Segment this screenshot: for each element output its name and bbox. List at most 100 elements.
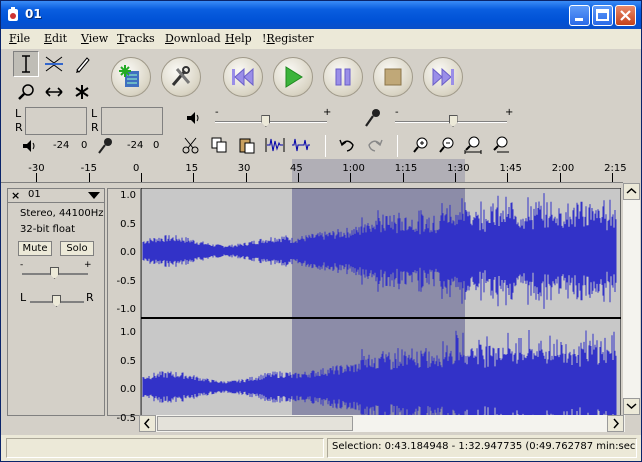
scroll-right-button[interactable] [607, 415, 624, 432]
pause-button[interactable] [323, 57, 363, 97]
pan-thumb[interactable] [52, 295, 61, 307]
title-bar[interactable]: 01 [1, 1, 641, 29]
gain-slider[interactable] [22, 267, 88, 279]
multi-tool-button[interactable] [69, 79, 95, 105]
ruler-tick-mark [402, 173, 404, 182]
chevron-right-icon [613, 418, 620, 429]
gain-thumb[interactable] [50, 267, 59, 279]
ruler-tick-mark [193, 173, 195, 182]
minimize-icon [575, 18, 583, 21]
input-volume-thumb[interactable] [448, 115, 458, 127]
meter2-right-label: R [91, 121, 99, 134]
mute-button[interactable]: Mute [18, 241, 52, 256]
scroll-left-button[interactable] [139, 415, 156, 432]
ruler-tick-mark [298, 173, 300, 182]
microphone-icon [98, 138, 112, 154]
input-volume-slider[interactable] [395, 115, 507, 127]
mixer-toolbar: - + - + [177, 105, 527, 133]
scale-label: -0.5 [116, 412, 136, 424]
scissors-icon [182, 137, 199, 154]
meter2-zero-label: 0 [153, 140, 160, 151]
track-format: Stereo, 44100Hz [20, 208, 104, 219]
input-meter[interactable] [101, 107, 163, 135]
envelope-icon [45, 56, 63, 72]
scroll-down-button[interactable] [623, 398, 640, 415]
output-meter[interactable] [25, 107, 87, 135]
output-volume-slider[interactable] [215, 115, 327, 127]
output-volume-thumb[interactable] [261, 115, 271, 127]
scale-label: 0.0 [120, 384, 136, 395]
meter-zero-label: 0 [81, 140, 88, 151]
fit-selection-button[interactable] [461, 133, 485, 157]
horizontal-scroll-thumb[interactable] [157, 416, 353, 431]
play-icon [285, 66, 303, 88]
pause-icon [335, 68, 351, 86]
vertical-scrollbar[interactable] [623, 183, 640, 415]
menu-bar: File Edit View Tracks Download Help !Reg… [1, 29, 641, 49]
silence-button[interactable] [289, 133, 313, 157]
toolbar-separator [325, 135, 326, 157]
pan-slider[interactable] [30, 295, 84, 307]
gain-min-label: - [20, 260, 24, 270]
envelope-tool-button[interactable] [41, 51, 67, 77]
input-volume-max-label: + [505, 107, 514, 118]
horizontal-scrollbar[interactable] [139, 415, 625, 432]
input-volume-icon [365, 109, 380, 127]
ruler-tick-mark [36, 173, 38, 182]
minimize-button[interactable] [569, 5, 590, 26]
meter-db-label: -24 [53, 140, 70, 151]
menu-view[interactable]: View [81, 32, 108, 45]
output-volume-icon [187, 112, 199, 124]
skip-to-start-button[interactable] [223, 57, 263, 97]
status-bar: Selection: 0:43.184948 - 1:32.947735 (0:… [1, 435, 641, 461]
redo-button[interactable] [363, 133, 387, 157]
cut-button[interactable] [179, 133, 203, 157]
ruler-tick-label: 2:15 [604, 163, 627, 174]
trim-button[interactable] [263, 133, 287, 157]
skip-start-icon [232, 67, 254, 87]
menu-file[interactable]: File [9, 32, 30, 45]
maximize-button[interactable] [592, 5, 613, 26]
close-button[interactable] [615, 5, 636, 26]
ruler-tick-mark [141, 173, 142, 182]
stop-button[interactable] [373, 57, 413, 97]
zoom-out-button[interactable] [435, 133, 459, 157]
effects-button[interactable] [161, 57, 201, 97]
scale-label: 0.5 [120, 218, 136, 230]
zoom-in-icon [413, 137, 428, 153]
track-close-icon[interactable]: × [11, 189, 20, 202]
zoom-tool-button[interactable] [13, 79, 39, 105]
ruler-tick-label: -15 [80, 163, 97, 174]
ruler-tick-label: 2:00 [551, 163, 575, 174]
draw-tool-button[interactable] [69, 51, 95, 77]
ruler-tick-label: 15 [185, 163, 199, 174]
import-audio-button[interactable] [111, 57, 151, 97]
waveform-display[interactable] [141, 188, 621, 416]
output-volume-min-label: - [215, 107, 219, 118]
skip-to-end-button[interactable] [423, 57, 463, 97]
menu-download[interactable]: Download [165, 32, 221, 45]
scroll-up-button[interactable] [623, 183, 640, 200]
copy-button[interactable] [207, 133, 231, 157]
scale-label: 1.0 [120, 327, 136, 338]
chevron-down-icon[interactable] [88, 192, 100, 200]
timeline-ruler[interactable]: -30 -15 0 15 30 45 1:00 1:15 1:30 1:45 2:00 2:15 [1, 159, 627, 183]
menu-help[interactable]: Help [225, 32, 252, 45]
copy-icon [211, 137, 227, 153]
paste-button[interactable] [235, 133, 259, 157]
zoom-in-button[interactable] [409, 133, 433, 157]
scale-label: -1.0 [116, 304, 136, 315]
menu-tracks[interactable]: Tracks [117, 32, 155, 45]
track-name[interactable]: 01 [28, 189, 41, 200]
timeshift-tool-button[interactable] [41, 79, 67, 105]
play-button[interactable] [273, 57, 313, 97]
track-title-bar[interactable]: × 01 [8, 189, 104, 203]
speaker-icon [23, 140, 35, 152]
undo-button[interactable] [335, 133, 359, 157]
menu-register[interactable]: !Register [262, 32, 314, 45]
fit-project-button[interactable] [489, 133, 513, 157]
solo-button[interactable]: Solo [60, 241, 94, 256]
edit-toolbar [177, 133, 527, 159]
selection-tool-button[interactable] [13, 51, 39, 77]
menu-edit[interactable]: Edit [44, 32, 67, 45]
